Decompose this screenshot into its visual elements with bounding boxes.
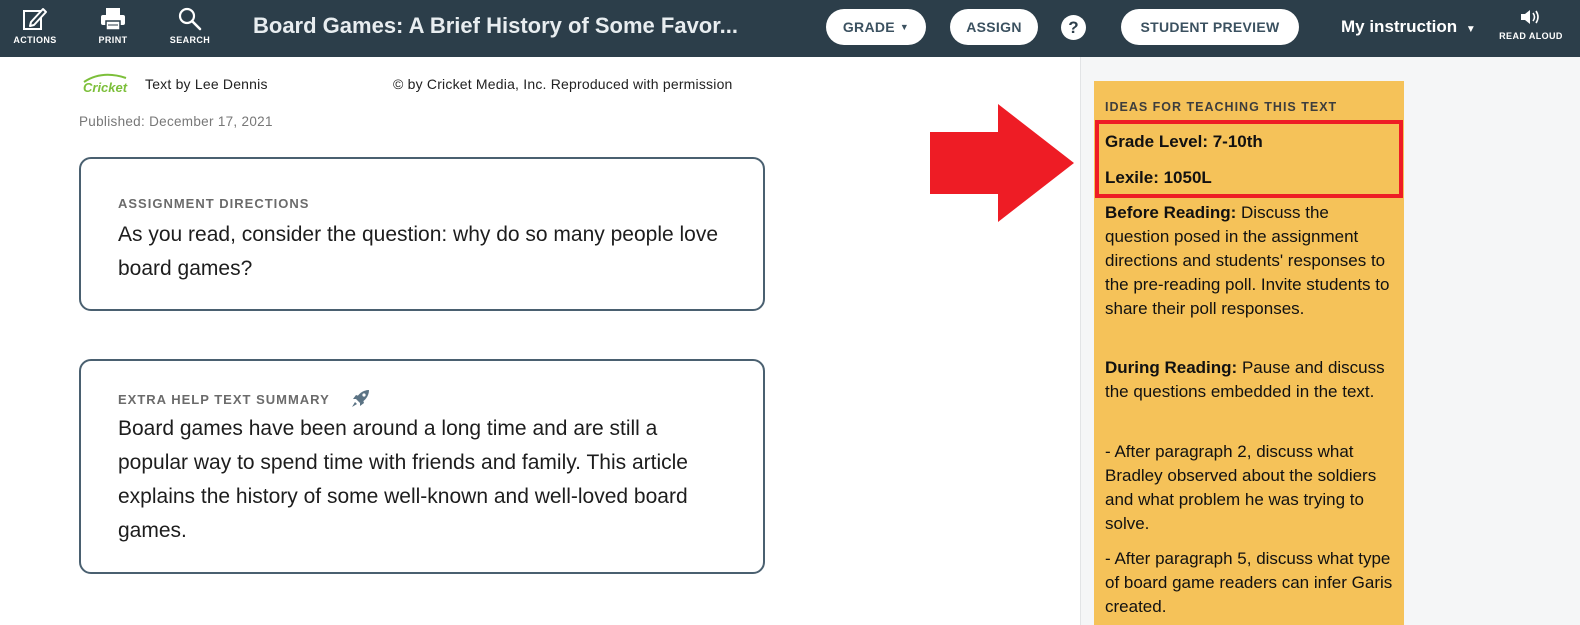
author-byline: Text by Lee Dennis [145, 76, 268, 92]
assign-button[interactable]: ASSIGN [950, 9, 1038, 45]
caret-down-icon: ▼ [1465, 24, 1476, 35]
before-reading-note: Before Reading: Discuss the question pos… [1105, 203, 1390, 318]
logo-text: Cricket [83, 80, 128, 95]
actions-button[interactable]: ACTIONS [3, 0, 67, 57]
search-label: SEARCH [169, 35, 211, 45]
top-toolbar: ACTIONS PRINT SEARCH Board Games: A Brie… [0, 0, 1580, 57]
assignment-directions-card: ASSIGNMENT DIRECTIONS As you read, consi… [79, 157, 765, 311]
before-reading-label: Before Reading: [1105, 203, 1237, 222]
red-arrow-icon [930, 104, 1074, 222]
assignment-directions-heading: ASSIGNMENT DIRECTIONS [118, 196, 310, 211]
during-reading-note: During Reading: Pause and discuss the qu… [1105, 358, 1385, 401]
print-button[interactable]: PRINT [81, 0, 145, 57]
print-label: PRINT [98, 35, 128, 45]
during-reading-label: During Reading: [1105, 358, 1238, 377]
caret-down-icon: ▼ [899, 22, 910, 32]
rocket-icon [352, 390, 369, 407]
search-icon [178, 7, 202, 31]
text-summary-heading: EXTRA HELP TEXT SUMMARY [118, 392, 330, 407]
help-icon: ? [1068, 17, 1079, 37]
highlight-box [1095, 120, 1403, 198]
actions-label: ACTIONS [13, 35, 57, 45]
grade-label: GRADE [842, 19, 895, 35]
student-preview-button[interactable]: STUDENT PREVIEW [1121, 9, 1299, 45]
my-instruction-label: My instruction [1341, 17, 1458, 36]
edit-icon [23, 8, 47, 30]
after-paragraph-2-note: - After paragraph 2, discuss what Bradle… [1105, 442, 1377, 533]
after-paragraph-5-note: - After paragraph 5, discuss what type o… [1105, 549, 1393, 616]
my-instruction-dropdown[interactable]: My instruction ▼ [1341, 17, 1476, 37]
search-button[interactable]: SEARCH [158, 0, 222, 57]
teaching-notes-heading: IDEAS FOR TEACHING THIS TEXT [1105, 100, 1338, 114]
student-preview-label: STUDENT PREVIEW [1140, 19, 1280, 35]
assignment-directions-text: As you read, consider the question: why … [118, 223, 719, 280]
grade-dropdown[interactable]: GRADE ▼ [826, 9, 926, 45]
read-aloud-label: READ ALOUD [1499, 31, 1563, 41]
read-aloud-button[interactable]: READ ALOUD [1497, 0, 1565, 57]
text-summary-card: EXTRA HELP TEXT SUMMARY Board games have… [79, 359, 765, 574]
printer-icon [101, 8, 125, 31]
published-date: Published: December 17, 2021 [79, 114, 273, 129]
text-summary-body: Board games have been around a long time… [118, 417, 688, 542]
assign-label: ASSIGN [966, 19, 1022, 35]
copyright-notice: © by Cricket Media, Inc. Reproduced with… [393, 76, 733, 92]
speaker-icon [1521, 10, 1539, 24]
cricket-logo: Cricket [80, 72, 130, 96]
help-button[interactable]: ? [1061, 15, 1086, 40]
page-title: Board Games: A Brief History of Some Fav… [253, 13, 738, 38]
